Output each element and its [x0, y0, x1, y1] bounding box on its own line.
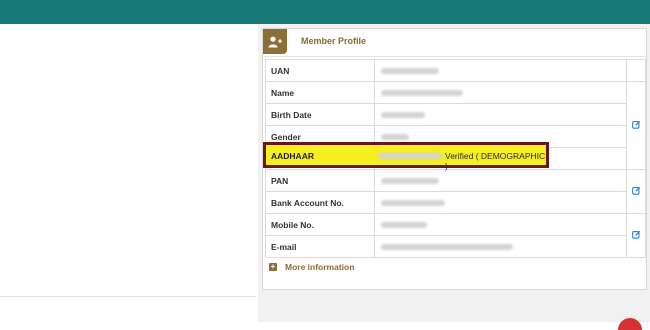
field-value-pan	[373, 169, 628, 192]
edit-icon	[631, 230, 640, 239]
table-row: Bank Account No.	[265, 191, 646, 214]
field-label-email: E-mail	[265, 235, 375, 258]
edit-personal-button[interactable]	[626, 81, 646, 170]
add-user-icon	[263, 29, 287, 54]
field-label-mobile: Mobile No.	[265, 213, 375, 236]
field-value-birth-date	[373, 103, 628, 126]
field-value-email	[373, 235, 628, 258]
top-bar	[0, 0, 650, 24]
plus-square-icon: +	[269, 262, 277, 271]
table-row: Birth Date	[265, 103, 646, 126]
card-title: Member Profile	[301, 36, 367, 46]
edit-contact-button[interactable]	[626, 213, 646, 258]
more-information-link[interactable]: + More information	[269, 260, 354, 274]
edit-icon	[631, 120, 640, 129]
field-value-mobile	[373, 213, 628, 236]
table-row: Name	[265, 81, 646, 170]
edit-icon	[631, 186, 640, 195]
field-value-name	[373, 81, 628, 104]
aadhaar-highlight: AADHAAR Verified ( DEMOGRAPHIC )	[263, 142, 549, 171]
table-row: UAN	[265, 59, 646, 82]
field-label-birth-date: Birth Date	[265, 103, 375, 126]
table-row: E-mail	[265, 235, 646, 258]
field-value-bank-account	[373, 191, 628, 214]
aadhaar-label: AADHAAR	[271, 151, 314, 161]
field-label-uan: UAN	[265, 59, 375, 82]
left-panel	[0, 296, 256, 323]
more-information-label: More information	[285, 262, 355, 272]
aadhaar-number-blurred	[378, 153, 442, 159]
aadhaar-status: Verified ( DEMOGRAPHIC )	[445, 151, 546, 171]
table-row: Mobile No.	[265, 213, 646, 258]
card-header: Member Profile	[263, 29, 646, 57]
field-label-bank-account: Bank Account No.	[265, 191, 375, 214]
table-row: PAN	[265, 169, 646, 214]
field-label-name: Name	[265, 81, 375, 104]
edit-kyc-button[interactable]	[626, 169, 646, 214]
field-value-uan	[373, 59, 628, 82]
field-label-pan: PAN	[265, 169, 375, 192]
